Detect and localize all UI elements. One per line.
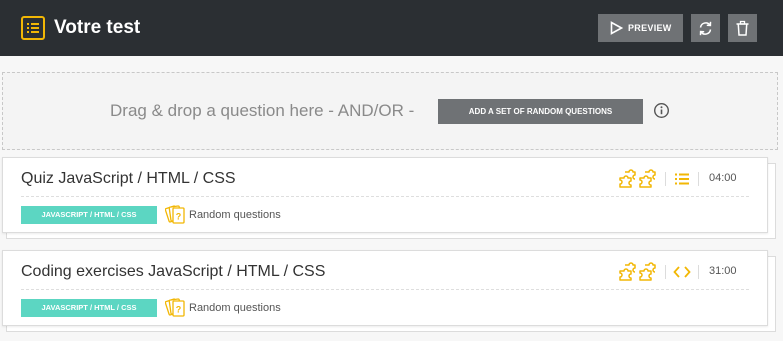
puzzle-icon — [619, 169, 656, 188]
question-duration: 31:00 — [709, 265, 737, 277]
divider — [698, 265, 699, 279]
svg-text:?: ? — [176, 212, 182, 222]
card-separator — [21, 289, 749, 290]
test-builder: Votre test PREVIEW Drag & drop a questio… — [0, 0, 783, 341]
divider — [665, 265, 666, 279]
card-separator — [21, 196, 749, 197]
divider — [665, 172, 666, 186]
preview-label: PREVIEW — [628, 23, 672, 33]
header-bar: Votre test PREVIEW — [0, 0, 783, 56]
question-drop-zone[interactable]: Drag & drop a question here - AND/OR - A… — [2, 72, 778, 150]
refresh-icon — [699, 21, 712, 36]
play-icon — [610, 21, 623, 35]
delete-button[interactable] — [728, 14, 757, 42]
trash-icon — [736, 20, 749, 36]
question-title: Quiz JavaScript / HTML / CSS — [21, 170, 236, 187]
question-title: Coding exercises JavaScript / HTML / CSS — [21, 263, 326, 280]
info-icon[interactable] — [653, 102, 670, 119]
puzzle-icon — [619, 262, 656, 281]
random-cards-icon: ? — [165, 298, 185, 317]
topic-tag: JAVASCRIPT / HTML / CSS — [21, 299, 157, 317]
question-duration: 04:00 — [709, 172, 737, 184]
page-title: Votre test — [54, 17, 141, 38]
random-cards-icon: ? — [165, 205, 185, 224]
drop-zone-text: Drag & drop a question here - AND/OR - — [110, 101, 415, 120]
code-icon — [673, 266, 691, 278]
preview-button[interactable]: PREVIEW — [598, 14, 683, 42]
list-icon — [21, 16, 45, 40]
question-card-stack: Quiz JavaScript / HTML / CSS 04:00 JAVAS… — [2, 157, 776, 239]
topic-tag: JAVASCRIPT / HTML / CSS — [21, 206, 157, 224]
random-questions-label: Random questions — [189, 302, 281, 314]
question-card[interactable]: Quiz JavaScript / HTML / CSS 04:00 JAVAS… — [2, 157, 768, 233]
question-card-stack: Coding exercises JavaScript / HTML / CSS… — [2, 250, 776, 332]
refresh-button[interactable] — [691, 14, 720, 42]
random-questions-label: Random questions — [189, 209, 281, 221]
divider — [698, 172, 699, 186]
list-icon — [675, 173, 689, 185]
question-card[interactable]: Coding exercises JavaScript / HTML / CSS… — [2, 250, 768, 326]
add-random-questions-button[interactable]: ADD A SET OF RANDOM QUESTIONS — [438, 99, 643, 124]
svg-text:?: ? — [176, 305, 182, 315]
